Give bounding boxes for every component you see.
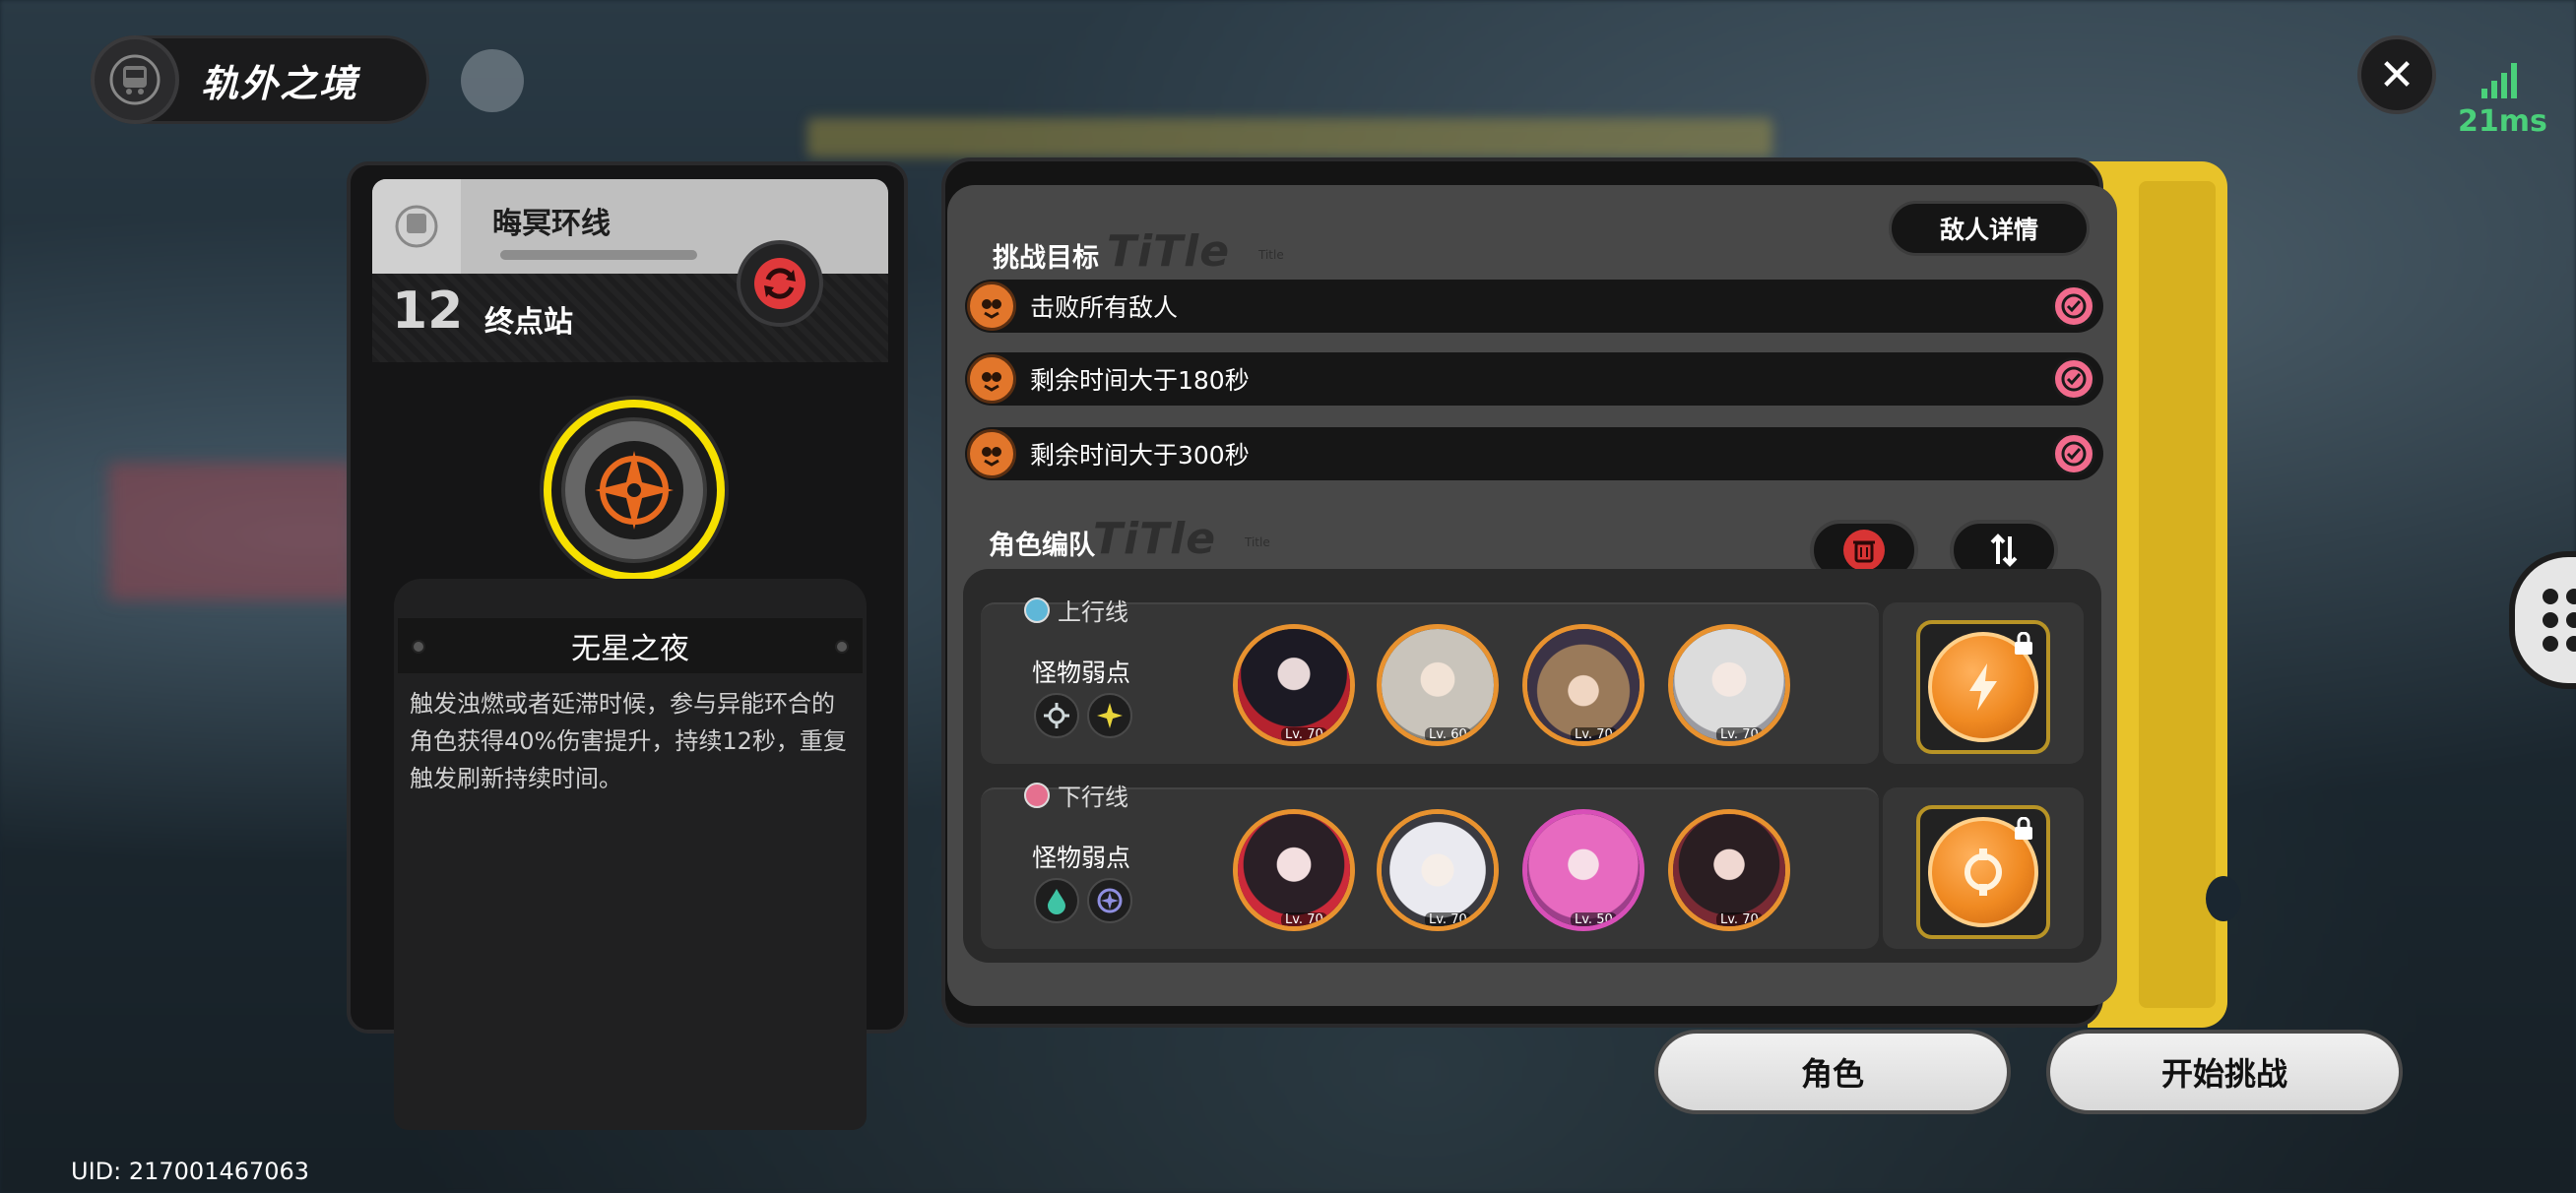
character-avatar[interactable]: Lv. 70 [1377,809,1499,931]
buff-title: 无星之夜 [571,632,689,666]
rivet-icon [835,640,849,654]
water-element-icon[interactable] [1034,878,1079,923]
signal-icon [2481,63,2517,98]
station-name: 终点站 [484,305,573,340]
character-level: Lv. 70 [1425,912,1471,926]
check-icon [2052,432,2095,475]
character-avatar[interactable]: Lv. 60 [1377,624,1499,746]
character-avatar[interactable]: Lv. 70 [1522,624,1644,746]
character-level: Lv. 70 [1281,727,1327,741]
station-medal [536,392,733,589]
refresh-button[interactable] [737,240,823,327]
character-button[interactable]: 角色 [1654,1030,2011,1114]
objectives-label: 挑战目标 [993,243,1099,274]
buff-description: 触发浊燃或者延滞时候，参与异能环合的角色获得40%伤害提升，持续12秒，重复触发… [410,690,847,792]
menu-grid-icon [2543,589,2576,652]
character-avatar[interactable]: Lv. 70 [1668,809,1790,931]
compass-star-icon [540,396,729,585]
ticket-notch [2206,876,2241,921]
objective-row: 剩余时间大于180秒 [965,352,2103,406]
objectives-ghost-small: Title [1258,248,1284,262]
ping-readout: 21ms [2458,104,2547,139]
lane-tag: 下行线 [1024,778,1128,812]
team-label: 角色编队 [989,531,1095,561]
team-ghost-small: Title [1245,535,1270,549]
character-avatar[interactable]: Lv. 70 [1233,809,1355,931]
objective-text: 剩余时间大于180秒 [1030,366,1250,395]
owl-badge-icon [967,354,1016,404]
lane-name: 下行线 [1058,784,1128,811]
train-logo-icon [372,179,461,274]
weakness-label: 怪物弱点 [1032,659,1131,687]
check-icon [2052,357,2095,401]
close-icon: ✕ [2378,49,2415,100]
check-icon [2052,284,2095,328]
lane-name: 上行线 [1058,598,1128,626]
line-decoration [500,250,697,260]
lane-skill-slot[interactable] [1916,620,2050,754]
lane-dot-icon [1024,596,1050,623]
lane-dot-icon [1024,782,1050,808]
location-title: 轨外之境 [201,61,359,105]
star-element-icon[interactable] [1087,693,1132,738]
lane-skill-slot[interactable] [1916,805,2050,939]
character-level: Lv. 70 [1716,912,1763,926]
station-card: 晦冥环线 12 终点站 无星之夜 触发浊燃或者延滞时候，参与异能环合的角色获得4… [347,161,908,1130]
enemy-details-button[interactable]: 敌人详情 [1889,201,2090,256]
user-id: UID: 217001467063 [71,1158,310,1185]
lock-icon [2015,632,2032,655]
weakness-label: 怪物弱点 [1032,844,1131,872]
character-level: Lv. 70 [1571,727,1617,741]
background-sign [807,118,1772,157]
train-logo-icon [91,35,179,124]
character-avatar[interactable]: Lv. 50 [1522,809,1644,931]
start-challenge-button[interactable]: 开始挑战 [2046,1030,2403,1114]
lane-tag: 上行线 [1024,593,1128,627]
buff-title-bar: 无星之夜 [398,618,863,673]
station-number: 12 [392,282,464,341]
character-level: Lv. 60 [1425,727,1471,741]
line-name: 晦冥环线 [492,207,611,241]
team-ghost-text: TiTle [1093,514,1217,564]
refresh-icon [754,258,805,309]
lock-icon [2015,817,2032,840]
owl-badge-icon [967,282,1016,331]
close-button[interactable]: ✕ [2357,35,2436,114]
character-level: Lv. 50 [1571,912,1617,926]
objective-text: 击败所有敌人 [1030,293,1179,322]
character-avatar[interactable]: Lv. 70 [1233,624,1355,746]
rivet-icon [412,640,425,654]
objective-row: 剩余时间大于300秒 [965,427,2103,480]
status-dot-icon [461,49,524,112]
background-sign [108,463,354,600]
owl-badge-icon [967,429,1016,478]
swap-icon [1990,534,2018,567]
location-title-pill[interactable]: 轨外之境 [91,35,429,124]
objective-text: 剩余时间大于300秒 [1030,441,1250,470]
objective-row: 击败所有敌人 [965,280,2103,333]
objectives-ghost-text: TiTle [1107,226,1231,277]
character-level: Lv. 70 [1716,727,1763,741]
void-element-icon[interactable] [1087,878,1132,923]
character-avatar[interactable]: Lv. 70 [1668,624,1790,746]
character-level: Lv. 70 [1281,912,1327,926]
spark-element-icon[interactable] [1034,693,1079,738]
trash-icon [1843,530,1885,571]
